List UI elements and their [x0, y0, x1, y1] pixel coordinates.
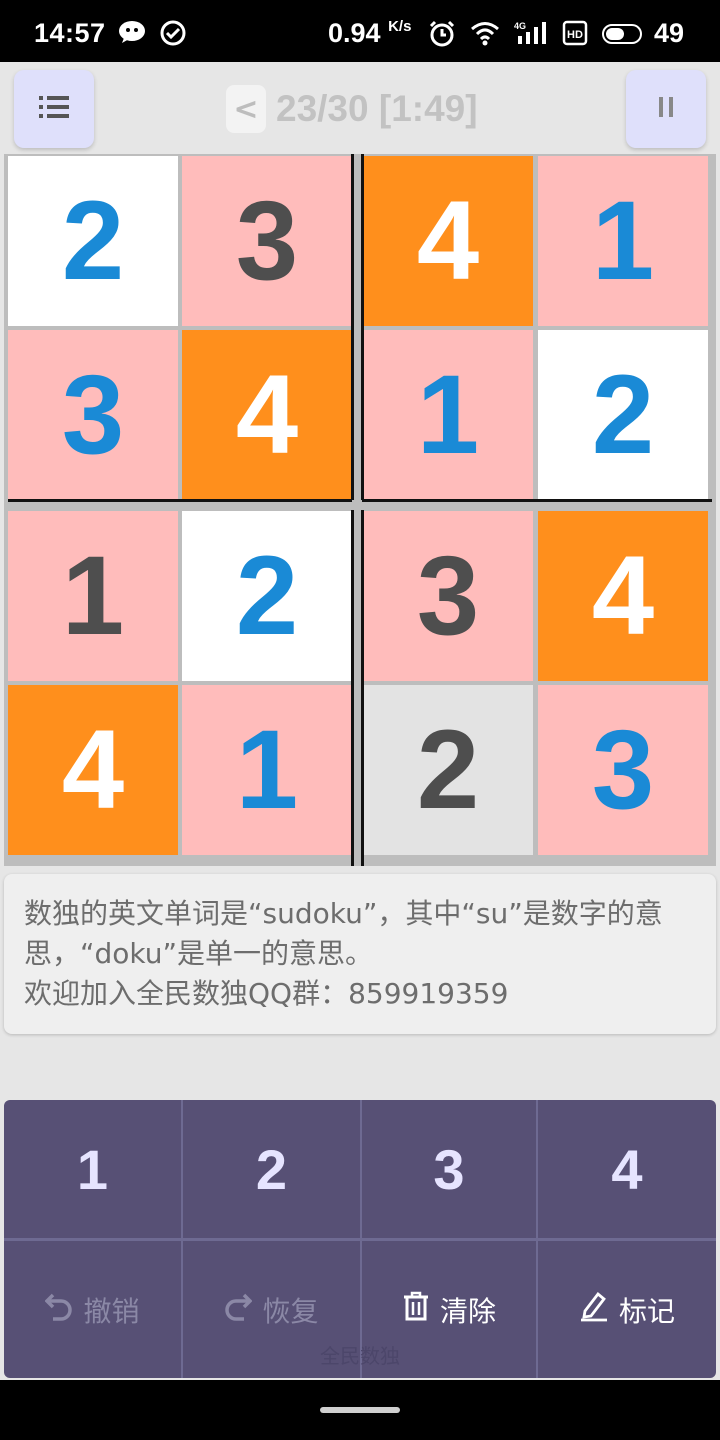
- box-divider: [361, 154, 364, 500]
- clear-label: 清除: [439, 1294, 496, 1328]
- sudoku-board: 3214432121431432: [4, 154, 716, 866]
- menu-list-icon: [39, 94, 69, 124]
- app-name-footer: 全民数独: [320, 1344, 400, 1368]
- keypad-divider: [536, 1100, 538, 1378]
- box-divider: [361, 510, 364, 866]
- trash-icon: [402, 1291, 430, 1328]
- net-speed: 0.94 K/s: [328, 18, 412, 48]
- board-cell[interactable]: 2: [182, 511, 352, 681]
- box-divider: [362, 499, 712, 502]
- hd-icon: HD: [562, 20, 588, 50]
- number-key-4[interactable]: 4: [538, 1100, 716, 1238]
- tip-text: 数独的英文单词是“sudoku”，其中“su”是数字的意思，“doku”是单一的…: [24, 897, 663, 970]
- mark-label: 标记: [618, 1294, 675, 1328]
- input-keypad: 1 2 3 4 撤销 恢复 清除 标记 全民数独: [4, 1100, 716, 1378]
- box-divider: [351, 510, 354, 866]
- board-cell[interactable]: 3: [8, 330, 178, 500]
- pause-icon: [657, 96, 675, 122]
- board-cell[interactable]: 4: [8, 685, 178, 855]
- pencil-icon: [579, 1290, 609, 1329]
- box-divider: [351, 154, 354, 500]
- undo-icon: [45, 1291, 73, 1328]
- redo-label: 恢复: [262, 1294, 319, 1328]
- undo-label: 撤销: [83, 1294, 140, 1328]
- status-time: 14:57: [34, 18, 106, 48]
- box-divider: [8, 499, 352, 502]
- number-key-1[interactable]: 1: [4, 1100, 181, 1238]
- alarm-icon: [428, 20, 456, 52]
- game-header: < 23/30 [1:49]: [0, 62, 720, 154]
- wechat-icon: [118, 20, 146, 48]
- menu-button[interactable]: [14, 70, 94, 148]
- redo-icon: [224, 1291, 253, 1328]
- board-cell[interactable]: 1: [8, 511, 178, 681]
- wifi-icon: [470, 20, 500, 50]
- board-cell[interactable]: 4: [182, 330, 352, 500]
- number-key-2[interactable]: 2: [183, 1100, 360, 1238]
- keypad-divider: [360, 1100, 362, 1378]
- qq-group-text: 欢迎加入全民数独QQ群：859919359: [24, 977, 509, 1010]
- tip-panel: 数独的英文单词是“sudoku”，其中“su”是数字的意思，“doku”是单一的…: [4, 874, 716, 1034]
- number-key-3[interactable]: 3: [362, 1100, 536, 1238]
- board-cell[interactable]: 1: [538, 156, 708, 326]
- board-cell[interactable]: 4: [363, 156, 533, 326]
- battery-icon: [602, 24, 642, 44]
- board-cell[interactable]: 3: [538, 685, 708, 855]
- level-progress: 23/30 [1:49]: [276, 88, 478, 129]
- previous-level-button[interactable]: <: [226, 85, 266, 133]
- svg-text:HD: HD: [567, 29, 583, 41]
- board-cell[interactable]: 1: [363, 330, 533, 500]
- board-cell[interactable]: 2: [538, 330, 708, 500]
- board-cell[interactable]: 4: [538, 511, 708, 681]
- level-title: < 23/30 [1:49]: [226, 84, 478, 134]
- battery-level: 49: [654, 18, 685, 48]
- signal-4g-icon: 4G: [514, 20, 550, 50]
- keypad-divider: [181, 1100, 183, 1378]
- pause-button[interactable]: [626, 70, 706, 148]
- home-gesture-handle[interactable]: [320, 1407, 400, 1413]
- board-cell[interactable]: 2: [8, 156, 178, 326]
- status-bar: 14:57 0.94 K/s 4G HD 49: [0, 0, 720, 62]
- board-cell[interactable]: 3: [363, 511, 533, 681]
- board-cell[interactable]: 3: [182, 156, 352, 326]
- svg-text:4G: 4G: [514, 21, 526, 31]
- board-cell[interactable]: 1: [182, 685, 352, 855]
- navigation-bar: [0, 1380, 720, 1440]
- board-cell[interactable]: 2: [363, 685, 533, 855]
- check-circle-icon: [160, 20, 186, 50]
